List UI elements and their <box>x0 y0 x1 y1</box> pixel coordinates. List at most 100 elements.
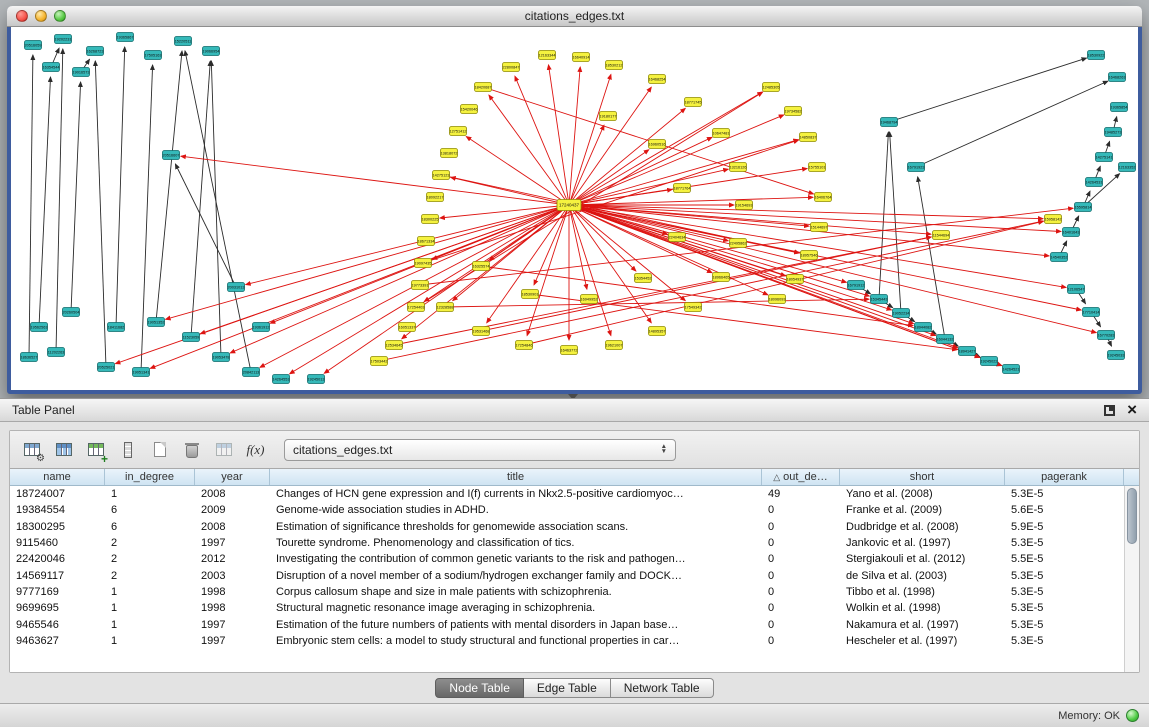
network-graph[interactable]: 1853021216468254187717451064748113216126… <box>11 27 1138 390</box>
zoom-window-button[interactable] <box>54 10 66 22</box>
graph-node[interactable]: 18771745 <box>685 98 702 107</box>
graph-node[interactable]: 15144697 <box>811 223 828 232</box>
column-header-out-de[interactable]: △out_de… <box>762 469 840 485</box>
graph-node[interactable]: 20516607 <box>163 151 180 160</box>
column-header-in-degree[interactable]: in_degree <box>105 469 195 485</box>
close-window-button[interactable] <box>16 10 28 22</box>
graph-node[interactable]: 19245022 <box>981 357 998 366</box>
new-file-icon[interactable] <box>146 437 173 463</box>
graph-node[interactable]: 14275141 <box>1096 153 1113 162</box>
graph-node[interactable]: 14850837 <box>800 133 817 142</box>
column-header-title[interactable]: title <box>270 469 762 485</box>
graph-node[interactable]: 19051341 <box>133 368 150 377</box>
graph-node[interactable]: 12106547 <box>1068 285 1085 294</box>
graph-node[interactable]: 19365854 <box>1111 103 1128 112</box>
graph-node[interactable]: 19468794 <box>881 118 898 127</box>
graph-node[interactable]: 17505163 <box>145 51 162 60</box>
graph-node[interactable]: 19531468 <box>473 327 490 336</box>
graph-node[interactable]: 19066954 <box>203 47 220 56</box>
graph-node[interactable]: 12163352 <box>1119 163 1136 172</box>
graph-node[interactable]: 18092217 <box>427 193 444 202</box>
graph-node[interactable]: 16640914 <box>573 53 590 62</box>
graph-node[interactable]: 19245013 <box>308 375 325 384</box>
graph-node[interactable]: 15755101 <box>809 163 826 172</box>
table-row[interactable]: 969969511998Structural magnetic resonanc… <box>10 600 1139 616</box>
graph-node[interactable]: 19562563 <box>31 323 48 332</box>
graph-node[interactable]: 14540352 <box>1051 253 1068 262</box>
graph-node[interactable]: 19245033 <box>1108 351 1125 360</box>
graph-node[interactable]: 20516059 <box>25 41 42 50</box>
graph-node[interactable]: 16406764 <box>815 193 832 202</box>
graph-node[interactable]: 16268723 <box>87 47 104 56</box>
graph-node[interactable]: 18771764 <box>674 184 691 193</box>
graph-node[interactable]: 18636527 <box>21 353 38 362</box>
table-row[interactable]: 1456911722003Disruption of a novel membe… <box>10 567 1139 583</box>
graph-node[interactable]: 16949952 <box>581 295 598 304</box>
graph-node[interactable]: 18420687 <box>475 83 492 92</box>
graph-node[interactable]: 19051352 <box>148 318 165 327</box>
graph-node[interactable]: 12485305 <box>763 83 780 92</box>
graph-node[interactable]: 14264531 <box>1086 178 1103 187</box>
close-panel-icon[interactable]: × <box>1127 404 1137 416</box>
graph-node[interactable]: 12328588 <box>437 303 454 312</box>
graph-node[interactable]: 10647481 <box>713 129 730 138</box>
graph-node[interactable]: 19154693 <box>736 201 753 210</box>
memory-indicator-icon[interactable] <box>1126 709 1139 722</box>
graph-node[interactable]: 14264521 <box>1003 365 1020 374</box>
graph-node[interactable]: 22404634 <box>669 233 686 242</box>
graph-node[interactable]: 19773391 <box>412 281 429 290</box>
graph-node[interactable]: 22800847 <box>503 63 520 72</box>
tab-node-table[interactable]: Node Table <box>435 678 524 698</box>
scrollbar-thumb[interactable] <box>1127 488 1137 544</box>
graph-node[interactable]: 18941427 <box>959 347 976 356</box>
graph-node[interactable]: 14895357 <box>649 327 666 336</box>
table-row[interactable]: 946554611997Estimation of the future num… <box>10 616 1139 632</box>
graph-node[interactable]: 16044132 <box>937 335 954 344</box>
graph-node[interactable]: 16051337 <box>399 323 416 332</box>
vertical-scrollbar[interactable] <box>1124 486 1139 672</box>
table-row[interactable]: 2242004622012Investigating the contribut… <box>10 551 1139 567</box>
delete-icon[interactable] <box>178 437 205 463</box>
graph-node[interactable]: 19734582 <box>785 107 802 116</box>
column-header-short[interactable]: short <box>840 469 1005 485</box>
graph-node[interactable]: 15345443 <box>871 295 888 304</box>
graph-node[interactable]: 19097435 <box>415 259 432 268</box>
column-header-pagerank[interactable]: pagerank <box>1005 469 1124 485</box>
graph-node[interactable]: 18530901 <box>522 290 539 299</box>
table-row[interactable]: 1830029562008Estimation of significance … <box>10 519 1139 535</box>
graph-node[interactable]: 11202263 <box>48 348 65 357</box>
graph-node[interactable]: 13818072 <box>441 149 458 158</box>
graph-node[interactable]: 16325574 <box>473 262 490 271</box>
table-row[interactable]: 1872400712008Changes of HCN gene express… <box>10 486 1139 502</box>
graph-node[interactable]: 15420046 <box>461 105 478 114</box>
graph-node[interactable]: 17710414 <box>1083 308 1100 317</box>
import-table-icon[interactable] <box>210 437 237 463</box>
graph-node[interactable]: 20842113 <box>243 368 260 377</box>
row-height-icon[interactable] <box>114 437 141 463</box>
graph-node[interactable]: 19485273 <box>1105 128 1122 137</box>
table-mode-icon[interactable]: ⚙ <box>18 437 45 463</box>
tab-network-table[interactable]: Network Table <box>611 678 714 698</box>
graph-node[interactable]: 15220511 <box>175 37 192 46</box>
graph-node[interactable]: 16354544 <box>43 63 60 72</box>
graph-node[interactable]: 20525021 <box>98 363 115 372</box>
graph-node[interactable]: 18530212 <box>606 61 623 70</box>
graph-node[interactable]: 19202231 <box>55 35 72 44</box>
graph-node[interactable]: 17254403 <box>408 303 425 312</box>
graph-node[interactable]: 17254846 <box>516 341 533 350</box>
graph-node[interactable]: 19016573 <box>73 68 90 77</box>
graph-node[interactable]: 11544694 <box>933 231 950 240</box>
graph-node[interactable]: 14264553 <box>273 375 290 384</box>
graph-node[interactable]: 16791923 <box>908 163 925 172</box>
graph-node[interactable]: 19361912 <box>253 323 270 332</box>
graph-node[interactable]: 18966465 <box>713 273 730 282</box>
graph-node[interactable]: 20260504 <box>63 308 80 317</box>
graph-node[interactable]: 16468254 <box>649 75 666 84</box>
graph-node[interactable]: 16401643 <box>1063 228 1080 237</box>
graph-node[interactable]: 16960516 <box>649 140 666 149</box>
graph-node[interactable]: 17240437 <box>557 200 581 211</box>
graph-node[interactable]: 18671334 <box>418 237 435 246</box>
graph-node[interactable]: 17549342 <box>685 303 702 312</box>
graph-node[interactable]: 15958142 <box>1045 215 1062 224</box>
graph-node[interactable]: 19052234 <box>893 309 910 318</box>
